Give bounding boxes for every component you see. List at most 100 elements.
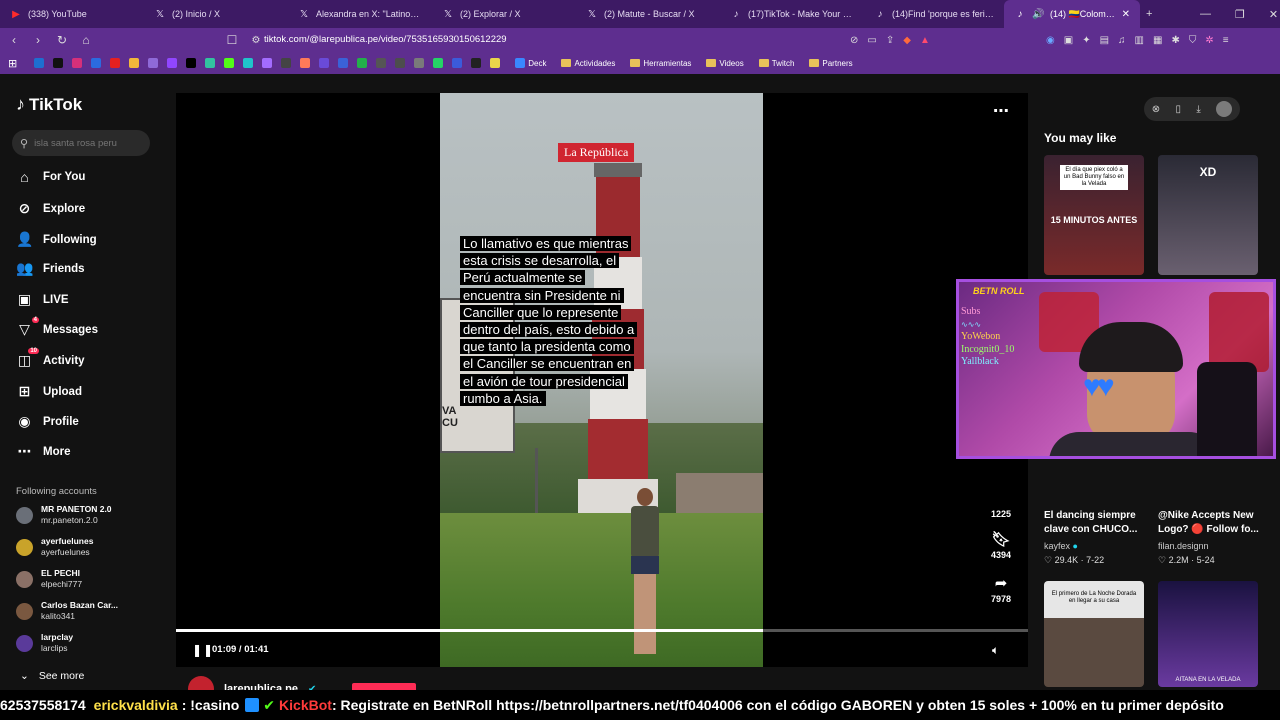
bookmark-page-icon[interactable]: ☐ [222, 33, 242, 47]
extension-3-icon[interactable]: ▤ [1100, 35, 1109, 46]
video-player[interactable]: VA CU La República Lo llamativo es que m… [176, 93, 1028, 667]
bookmark-tool-12-icon[interactable] [490, 58, 501, 68]
search-box[interactable]: ⚲ [12, 130, 150, 156]
extension-1-icon[interactable]: ◉ [1046, 35, 1055, 46]
following-account[interactable]: ayerfuelunes ayerfuelunes [16, 536, 93, 558]
no-track-icon[interactable]: ⊘ [850, 35, 858, 46]
tab-x-inicio[interactable]: 𝕏 (2) Inicio / X [144, 0, 288, 28]
search-input[interactable] [34, 137, 140, 149]
bookmark-x-icon[interactable] [186, 58, 197, 68]
sidebar-item-messages[interactable]: ▽ 4 Messages [16, 317, 98, 338]
share-icon[interactable]: ⇪ [886, 35, 894, 46]
bookmark-drive-icon[interactable] [129, 58, 140, 68]
following-account[interactable]: Carlos Bazan Car... kalito341 [16, 600, 118, 622]
sidebar-toggle-icon[interactable]: ▥ [1135, 35, 1144, 46]
minimize-button[interactable]: — [1200, 8, 1211, 20]
extensions-icon[interactable]: ✦ [1082, 35, 1090, 46]
video-frame[interactable]: VA CU La República Lo llamativo es que m… [440, 93, 763, 667]
see-more-button[interactable]: ⌄ See more [20, 670, 84, 682]
bookmark-whatsapp-icon[interactable] [433, 58, 444, 68]
tab-close-icon[interactable]: ✕ [1122, 9, 1130, 20]
tab-x-alexandra[interactable]: 𝕏Alexandra en X: "Latinoaméric [288, 0, 432, 28]
tab-tiktok-active[interactable]: ♪🔊(14) 🇨🇴Colombia acus✕ [1004, 0, 1140, 28]
sidebar-item-friends[interactable]: 👥 Friends [16, 260, 85, 277]
tab-x-matute[interactable]: 𝕏 (2) Matute - Buscar / X [576, 0, 720, 28]
mobile-icon[interactable]: ▯ [1176, 104, 1182, 115]
close-window-button[interactable]: ✕ [1269, 8, 1278, 21]
sidebar-item-for-you[interactable]: ⌂ For You [16, 169, 85, 185]
following-account[interactable]: EL PECHI elpechi777 [16, 568, 82, 590]
tiktok-logo[interactable]: ♪ TikTok [16, 94, 82, 115]
more-options-icon[interactable]: ⋯ [993, 101, 1009, 121]
bookmark-folder-twitch[interactable]: Twitch [758, 59, 794, 68]
video-progress-bar[interactable] [176, 629, 1028, 632]
bookmark-analytics-icon[interactable] [148, 58, 159, 68]
bookmark-folder-videos[interactable]: Videos [706, 59, 744, 68]
tab-youtube[interactable]: ▶ (338) YouTube [0, 0, 144, 28]
comment-count[interactable]: 1225 [981, 509, 1021, 519]
bookmark-tool-6-icon[interactable] [357, 58, 368, 68]
brave-shield-icon[interactable]: ◆ [903, 35, 911, 46]
save-button[interactable]: 🔖︎ 4394 [981, 530, 1021, 560]
bookmark-kick-icon[interactable] [224, 58, 235, 68]
pause-button[interactable]: ❚❚ [192, 643, 214, 657]
bookmark-twitch-icon[interactable] [167, 58, 178, 68]
back-button[interactable]: ‹ [4, 33, 24, 47]
maximize-button[interactable]: ❐ [1235, 8, 1245, 21]
cast-icon[interactable]: ▭ [867, 35, 876, 46]
bookmark-outlook-icon[interactable] [34, 58, 45, 68]
bookmark-tool-7-icon[interactable] [376, 58, 387, 68]
bookmark-folder-partners[interactable]: Partners [809, 59, 853, 68]
media-icon[interactable]: ♫ [1118, 35, 1126, 46]
bookmark-streamlabs-icon[interactable] [205, 58, 216, 68]
extension-2-icon[interactable]: ▣ [1064, 35, 1073, 46]
reload-button[interactable]: ↻ [52, 33, 72, 47]
recommended-video-card[interactable]: XD [1158, 155, 1258, 275]
bookmark-deck[interactable]: Deck [515, 58, 546, 68]
following-account[interactable]: larpclay larclips [16, 632, 73, 654]
tab-x-explorar[interactable]: 𝕏 (2) Explorar / X [432, 0, 576, 28]
recommended-video-card[interactable]: El primero de La Noche Dorada en llegar … [1044, 581, 1144, 687]
brave-rewards-icon[interactable]: ▲ [920, 35, 930, 46]
following-account[interactable]: MR PANETON 2.0 mr.paneton.2.0 [16, 504, 112, 526]
sidebar-item-explore[interactable]: ⊘ Explore [16, 200, 86, 217]
extension-5-icon[interactable]: ✲ [1205, 35, 1213, 46]
bookmark-tool-10-icon[interactable] [452, 58, 463, 68]
home-button[interactable]: ⌂ [76, 33, 96, 47]
extension-4-icon[interactable]: ✱ [1171, 35, 1179, 46]
card-author[interactable]: filan.designn [1158, 541, 1209, 551]
bookmark-tool-8-icon[interactable] [395, 58, 406, 68]
bookmark-tool-2-icon[interactable] [281, 58, 292, 68]
new-tab-button[interactable]: + [1146, 0, 1152, 28]
bookmark-folder-herramientas[interactable]: Herramientas [630, 59, 691, 68]
share-button[interactable]: ➦ 7978 [981, 574, 1021, 604]
volume-button[interactable]: 🔈︎ [992, 643, 999, 658]
vpn-icon[interactable]: ⛉ [1189, 35, 1197, 46]
bookmark-tool-11-icon[interactable] [471, 58, 482, 68]
tab-tiktok-home[interactable]: ♪ (17)TikTok - Make Your Day [720, 0, 864, 28]
bookmark-tool-9-icon[interactable] [414, 58, 425, 68]
card-author[interactable]: kayfex ● [1044, 541, 1078, 551]
bookmark-facebook-icon[interactable] [91, 58, 102, 68]
sidebar-item-more[interactable]: ⋯ More [16, 443, 71, 460]
sidebar-item-profile[interactable]: ◉ Profile [16, 413, 78, 430]
recommended-video-card[interactable]: AITANA EN LA VELADA [1158, 581, 1258, 687]
card-title[interactable]: @Nike Accepts New Logo? 🔴 Follow fo... [1158, 509, 1276, 537]
recommended-video-card[interactable]: El día que piex coló a un Bad Bunny fals… [1044, 155, 1144, 275]
user-avatar[interactable] [1216, 101, 1233, 117]
bookmark-folder-actividades[interactable]: Actividades [561, 59, 615, 68]
audio-playing-icon[interactable]: 🔊 [1032, 9, 1044, 20]
sidebar-item-upload[interactable]: ⊞ Upload [16, 383, 82, 400]
tab-tiktok-find[interactable]: ♪(14)Find 'porque es feriado el [864, 0, 1004, 28]
bookmark-tool-1-icon[interactable] [262, 58, 273, 68]
bookmark-tiktok-icon[interactable] [53, 58, 64, 68]
bookmark-tool-3-icon[interactable] [300, 58, 311, 68]
bookmark-tool-4-icon[interactable] [319, 58, 330, 68]
site-info-icon[interactable]: ⚙ [246, 35, 266, 46]
link-icon[interactable]: ⊗ [1152, 104, 1160, 115]
menu-icon[interactable]: ≡ [1223, 35, 1229, 46]
sidebar-item-activity[interactable]: ◫ 10 Activity [16, 348, 85, 369]
download-icon[interactable]: ⤓ [1196, 104, 1200, 115]
card-title[interactable]: El dancing siempre clave con CHUCO... [1044, 509, 1154, 537]
apps-grid-icon[interactable]: ⊞ [8, 57, 17, 70]
